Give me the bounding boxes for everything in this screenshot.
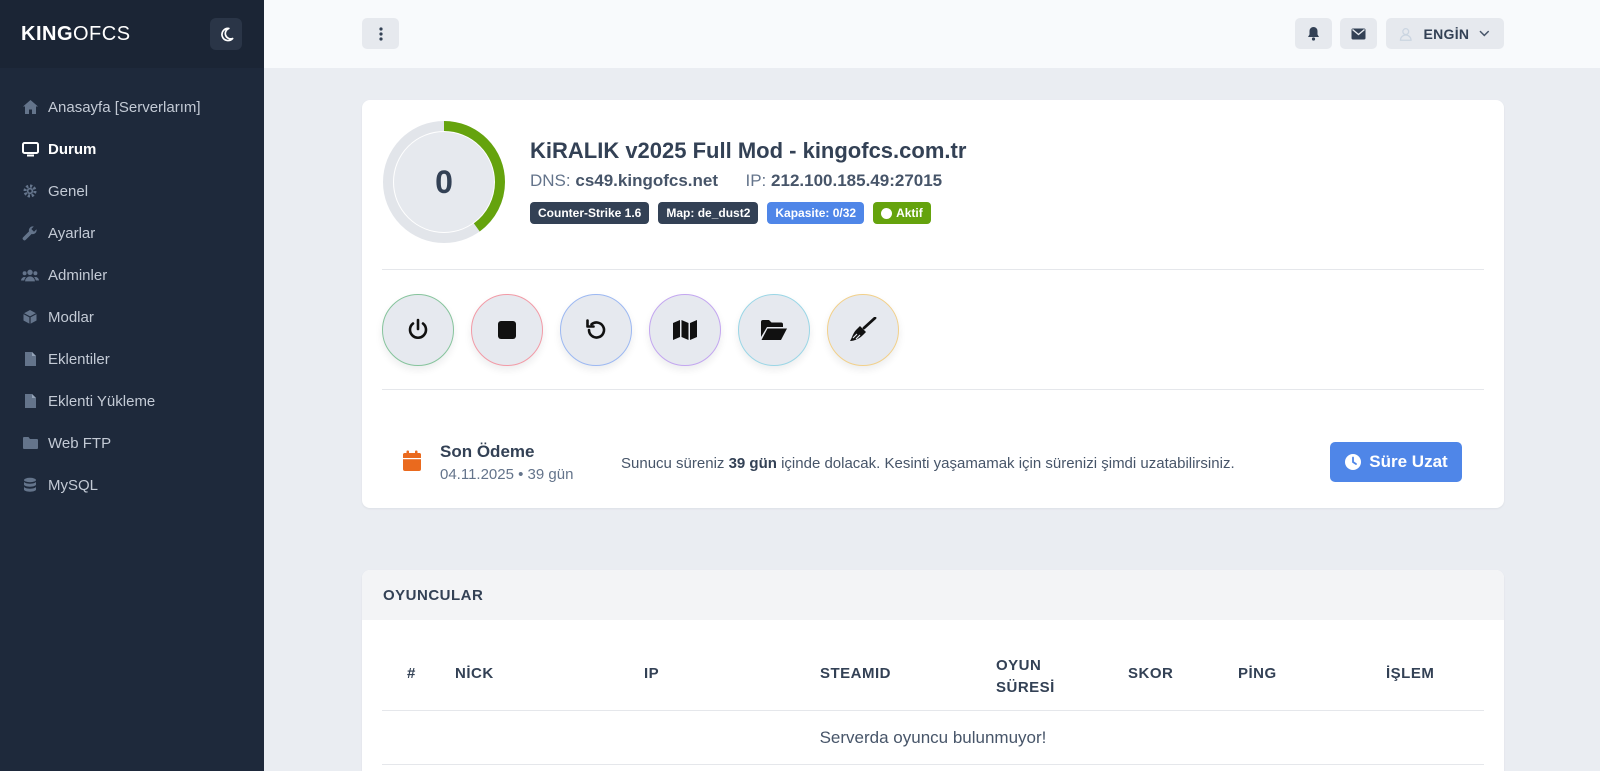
sidebar-item-adminler[interactable]: Adminler bbox=[0, 254, 264, 296]
sidebar-item-label: Durum bbox=[48, 140, 97, 158]
players-title: OYUNCULAR bbox=[362, 570, 1504, 620]
notifications-button[interactable] bbox=[1295, 18, 1332, 49]
file-icon bbox=[21, 392, 39, 410]
table-divider bbox=[382, 764, 1484, 765]
player-count: 0 bbox=[394, 132, 494, 232]
calendar-icon bbox=[402, 450, 422, 477]
status-label: Aktif bbox=[896, 206, 923, 220]
payment-title: Son Ödeme bbox=[440, 442, 535, 461]
payment-message: Sunucu süreniz 39 gün içinde dolacak. Ke… bbox=[621, 455, 1235, 472]
column-header-steamid: STEAMID bbox=[820, 665, 891, 682]
clock-icon bbox=[1345, 454, 1362, 470]
gear-icon bbox=[21, 182, 39, 200]
sidebar-item-web-ftp[interactable]: Web FTP bbox=[0, 422, 264, 464]
menu-button[interactable] bbox=[362, 18, 399, 49]
column-header-ping: PİNG bbox=[1238, 665, 1277, 682]
clean-button[interactable] bbox=[827, 294, 899, 366]
column-header-index: # bbox=[407, 665, 416, 682]
messages-button[interactable] bbox=[1340, 18, 1377, 49]
payment-date: 04.11.2025 • 39 gün bbox=[440, 466, 574, 483]
sidebar-item-label: Anasayfa [Serverlarım] bbox=[48, 98, 201, 116]
sidebar-item-ayarlar[interactable]: Ayarlar bbox=[0, 212, 264, 254]
user-name: ENGİN bbox=[1423, 25, 1470, 42]
cube-icon bbox=[21, 308, 39, 326]
sidebar-item-label: Adminler bbox=[48, 266, 108, 284]
sidebar-item-label: Genel bbox=[48, 182, 89, 200]
file-icon bbox=[21, 350, 39, 368]
column-header-score: SKOR bbox=[1128, 665, 1174, 682]
file-manager-button[interactable] bbox=[738, 294, 810, 366]
sidebar-item-mysql[interactable]: MySQL bbox=[0, 464, 264, 506]
sidebar-item-anasayfa[interactable]: Anasayfa [Serverlarım] bbox=[0, 86, 264, 128]
sidebar-item-label: Eklenti Yükleme bbox=[48, 392, 156, 410]
stop-button[interactable] bbox=[471, 294, 543, 366]
extend-button-label: Süre Uzat bbox=[1369, 452, 1448, 471]
sidebar-item-eklentiler[interactable]: Eklentiler bbox=[0, 338, 264, 380]
theme-toggle-button[interactable] bbox=[210, 18, 242, 50]
server-badges: Counter-Strike 1.6 Map: de_dust2 Kapasit… bbox=[530, 202, 931, 224]
wrench-icon bbox=[21, 224, 39, 242]
folder-open-icon bbox=[761, 320, 787, 340]
ip-label: IP: bbox=[745, 171, 767, 190]
brand-bar: KINGOFCS bbox=[0, 0, 264, 68]
home-icon bbox=[21, 98, 39, 116]
player-gauge: 0 bbox=[382, 120, 506, 244]
sidebar: KINGOFCS Anasayfa [Serverlarım] Durum Ge… bbox=[0, 0, 264, 771]
map-badge: Map: de_dust2 bbox=[658, 202, 759, 224]
restart-button[interactable] bbox=[560, 294, 632, 366]
divider bbox=[382, 269, 1484, 270]
players-card: OYUNCULAR # NİCK IP STEAMID OYUN SÜRESİ S… bbox=[362, 570, 1504, 771]
chevron-down-icon bbox=[1479, 30, 1490, 37]
dns-label: DNS: bbox=[530, 171, 571, 190]
monitor-icon bbox=[21, 140, 39, 158]
sidebar-item-label: Modlar bbox=[48, 308, 94, 326]
dns-value: cs49.kingofcs.net bbox=[575, 171, 719, 190]
users-icon bbox=[21, 266, 39, 284]
sidebar-item-eklenti-yukleme[interactable]: Eklenti Yükleme bbox=[0, 380, 264, 422]
divider bbox=[382, 389, 1484, 390]
envelope-icon bbox=[1351, 28, 1366, 39]
status-badge: Aktif bbox=[873, 202, 931, 224]
moon-icon bbox=[220, 27, 233, 41]
sidebar-item-modlar[interactable]: Modlar bbox=[0, 296, 264, 338]
folder-icon bbox=[21, 434, 39, 452]
brand-logo[interactable]: KINGOFCS bbox=[21, 23, 131, 46]
sidebar-item-label: MySQL bbox=[48, 476, 99, 494]
extend-duration-button[interactable]: Süre Uzat bbox=[1330, 442, 1462, 482]
change-map-button[interactable] bbox=[649, 294, 721, 366]
column-header-action: İŞLEM bbox=[1386, 665, 1435, 682]
column-header-nick: NİCK bbox=[455, 665, 494, 682]
capacity-badge: Kapasite: 0/32 bbox=[767, 202, 865, 224]
broom-icon bbox=[850, 317, 877, 341]
sidebar-item-durum[interactable]: Durum bbox=[0, 128, 264, 170]
column-header-playtime: OYUN SÜRESİ bbox=[996, 657, 1055, 696]
empty-players-message: Serverda oyuncu bulunmuyor! bbox=[819, 728, 1047, 747]
vertical-dots-icon bbox=[378, 26, 383, 41]
column-header-ip: IP bbox=[644, 665, 660, 682]
server-actions bbox=[382, 294, 899, 366]
ip-value: 212.100.185.49:27015 bbox=[771, 171, 943, 190]
power-icon bbox=[408, 318, 428, 339]
map-icon bbox=[673, 320, 697, 340]
sidebar-item-genel[interactable]: Genel bbox=[0, 170, 264, 212]
server-address: DNS: cs49.kingofcs.net IP: 212.100.185.4… bbox=[530, 171, 942, 191]
database-icon bbox=[21, 476, 39, 494]
sidebar-item-label: Web FTP bbox=[48, 434, 112, 452]
server-title: KiRALIK v2025 Full Mod - kingofcs.com.tr bbox=[530, 138, 967, 163]
user-avatar-icon bbox=[1399, 27, 1412, 41]
start-button[interactable] bbox=[382, 294, 454, 366]
bell-icon bbox=[1308, 27, 1319, 41]
sidebar-nav: Anasayfa [Serverlarım] Durum Genel Ayarl… bbox=[0, 68, 264, 506]
rotate-left-icon bbox=[586, 319, 606, 339]
sidebar-item-label: Ayarlar bbox=[48, 224, 96, 242]
status-dot-icon bbox=[881, 207, 893, 219]
sidebar-item-label: Eklentiler bbox=[48, 350, 110, 368]
server-card: 0 KiRALIK v2025 Full Mod - kingofcs.com.… bbox=[362, 100, 1504, 508]
topbar: ENGİN bbox=[264, 0, 1600, 68]
user-menu-button[interactable]: ENGİN bbox=[1386, 18, 1504, 49]
game-badge: Counter-Strike 1.6 bbox=[530, 202, 650, 224]
stop-icon bbox=[498, 321, 516, 339]
table-divider bbox=[382, 710, 1484, 711]
